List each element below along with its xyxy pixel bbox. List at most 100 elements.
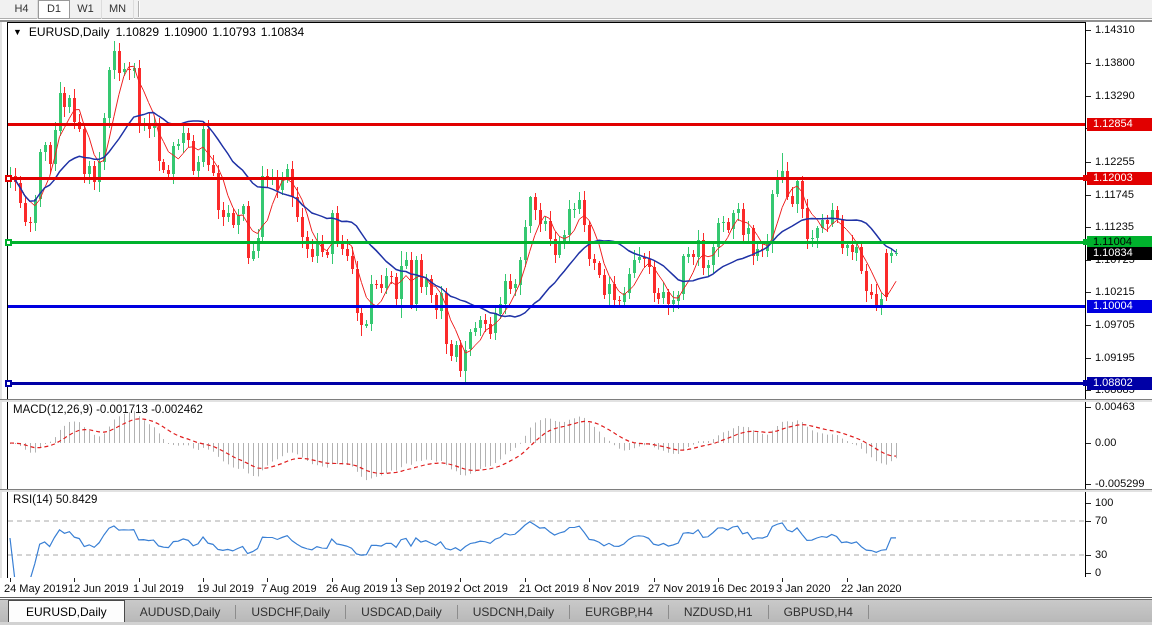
macd-label: MACD(12,26,9) -0.001713 -0.002462 xyxy=(13,404,203,416)
date-axis-label: 22 Jan 2020 xyxy=(841,583,902,595)
date-axis-tick xyxy=(10,578,11,582)
price-line-badge-1.12003: 1.12003 xyxy=(1087,172,1152,185)
date-axis-label: 27 Nov 2019 xyxy=(648,583,710,595)
chart-title: ▼ EURUSD,Daily 1.10829 1.10900 1.10793 1.1083… xyxy=(13,25,304,39)
date-axis-tick xyxy=(525,578,526,582)
macd-axis-tick xyxy=(1086,407,1091,408)
date-axis-tick xyxy=(847,578,848,582)
date-axis-label: 13 Sep 2019 xyxy=(390,583,452,595)
date-axis-tick xyxy=(267,578,268,582)
price-line-badge-1.12854: 1.12854 xyxy=(1087,118,1152,131)
rsi-axis-label: 100 xyxy=(1095,497,1113,509)
tab-separator xyxy=(868,605,869,619)
rsi-label: RSI(14) 50.8429 xyxy=(13,494,97,506)
rsi-axis-tick xyxy=(1086,521,1091,522)
date-axis-label: 7 Aug 2019 xyxy=(261,583,317,595)
line-handle-1.12003[interactable] xyxy=(5,175,12,182)
timeframe-toolbar: H4D1W1MN xyxy=(0,0,1152,19)
price-axis-tick xyxy=(1086,390,1091,391)
price-axis-tick xyxy=(1086,30,1091,31)
panel-splitter[interactable] xyxy=(0,399,1152,402)
chart-left-margin xyxy=(0,22,7,598)
line-handle-1.11004[interactable] xyxy=(5,239,12,246)
chart-tab-USDCAD[interactable]: USDCAD,Daily xyxy=(346,601,457,623)
line-handle-1.08802[interactable] xyxy=(5,380,12,387)
price-axis-label: 1.13290 xyxy=(1095,90,1135,102)
macd-main-value: -0.001713 xyxy=(96,404,148,416)
price-line-badge-1.08802: 1.08802 xyxy=(1087,377,1152,390)
chart-tab-USDCNH[interactable]: USDCNH,Daily xyxy=(458,601,569,623)
macd-axis-label: 0.00463 xyxy=(1095,401,1135,413)
chart-tab-USDCHF[interactable]: USDCHF,Daily xyxy=(236,601,345,623)
price-axis-tick xyxy=(1086,260,1091,261)
quote-high: 1.10900 xyxy=(164,25,207,39)
horizontal-line-1.11004[interactable] xyxy=(8,241,1085,244)
chart-tab-GBPUSD[interactable]: GBPUSD,H4 xyxy=(769,601,868,623)
horizontal-line-1.08802[interactable] xyxy=(8,382,1085,385)
rsi-axis-label: 30 xyxy=(1095,549,1107,561)
date-axis-tick xyxy=(460,578,461,582)
quote-close: 1.10834 xyxy=(261,25,304,39)
macd-axis-tick xyxy=(1086,443,1091,444)
price-line-badge-1.10004: 1.10004 xyxy=(1087,300,1152,313)
rsi-axis-tick xyxy=(1086,503,1091,504)
price-axis-tick xyxy=(1086,325,1091,326)
price-axis-tick xyxy=(1086,227,1091,228)
date-axis-tick xyxy=(332,578,333,582)
price-axis-tick xyxy=(1086,358,1091,359)
metatrader-terminal: H4D1W1MN ▼ EURUSD,Daily 1.10829 1.10900 1.10… xyxy=(0,0,1152,625)
symbol-dropdown-icon[interactable]: ▼ xyxy=(13,27,22,37)
price-axis-label: 1.10215 xyxy=(1095,286,1135,298)
date-axis-label: 19 Jul 2019 xyxy=(197,583,254,595)
chart-tab-NZDUSD[interactable]: NZDUSD,H1 xyxy=(669,601,768,623)
date-axis-label: 26 Aug 2019 xyxy=(326,583,388,595)
date-axis-label: 24 May 2019 xyxy=(4,583,68,595)
timeframe-button-W1[interactable]: W1 xyxy=(70,0,102,19)
date-axis-label: 3 Jan 2020 xyxy=(776,583,830,595)
date-axis-tick xyxy=(589,578,590,582)
date-axis-label: 1 Jul 2019 xyxy=(133,583,184,595)
date-axis-tick xyxy=(718,578,719,582)
quote-open: 1.10829 xyxy=(116,25,159,39)
chart-tab-EURGBP[interactable]: EURGBP,H4 xyxy=(570,601,668,623)
price-axis-label: 1.11235 xyxy=(1095,221,1134,233)
quote-low: 1.10793 xyxy=(212,25,255,39)
date-axis-label: 8 Nov 2019 xyxy=(583,583,639,595)
macd-axis-label: 0.00 xyxy=(1095,437,1116,449)
date-axis-label: 16 Dec 2019 xyxy=(712,583,774,595)
rsi-axis-tick xyxy=(1086,573,1091,574)
date-axis-tick xyxy=(74,578,75,582)
current-price-badge: 1.10834 xyxy=(1087,247,1152,260)
price-axis-label: 1.11745 xyxy=(1095,189,1134,201)
date-axis-tick xyxy=(654,578,655,582)
date-axis-label: 12 Jun 2019 xyxy=(68,583,129,595)
rsi-axis-label: 70 xyxy=(1095,515,1107,527)
price-axis-tick xyxy=(1086,195,1091,196)
chart-tab-AUDUSD[interactable]: AUDUSD,Daily xyxy=(125,601,236,623)
toolbar-separator xyxy=(139,1,140,17)
timeframe-button-H4[interactable]: H4 xyxy=(6,0,38,19)
price-scale[interactable]: 1.143101.138001.132901.127801.122551.117… xyxy=(1086,22,1152,577)
price-axis-tick xyxy=(1086,63,1091,64)
timeframe-button-D1[interactable]: D1 xyxy=(38,0,70,19)
price-axis-label: 1.12255 xyxy=(1095,156,1135,168)
date-axis-tick xyxy=(396,578,397,582)
price-chart-canvas[interactable] xyxy=(8,22,1085,398)
rsi-indicator-canvas[interactable] xyxy=(8,492,1085,577)
price-axis-tick xyxy=(1086,96,1091,97)
horizontal-line-1.10004[interactable] xyxy=(8,305,1085,308)
price-axis-label: 1.13800 xyxy=(1095,57,1135,69)
horizontal-line-1.12854[interactable] xyxy=(8,123,1085,126)
horizontal-line-1.12003[interactable] xyxy=(8,177,1085,180)
timeframe-button-MN[interactable]: MN xyxy=(102,0,134,19)
price-axis-label: 1.09195 xyxy=(1095,352,1135,364)
rsi-value: 50.8429 xyxy=(56,494,98,506)
date-axis-tick xyxy=(139,578,140,582)
price-axis-tick xyxy=(1086,162,1091,163)
price-axis-tick xyxy=(1086,292,1091,293)
date-axis[interactable]: 24 May 201912 Jun 2019 1 Jul 2019 19 Jul 2… xyxy=(0,578,1152,598)
macd-axis-tick xyxy=(1086,484,1091,485)
chart-symbol-label: EURUSD,Daily xyxy=(29,25,110,39)
date-axis-label: 2 Oct 2019 xyxy=(454,583,508,595)
panel-splitter[interactable] xyxy=(0,489,1152,492)
